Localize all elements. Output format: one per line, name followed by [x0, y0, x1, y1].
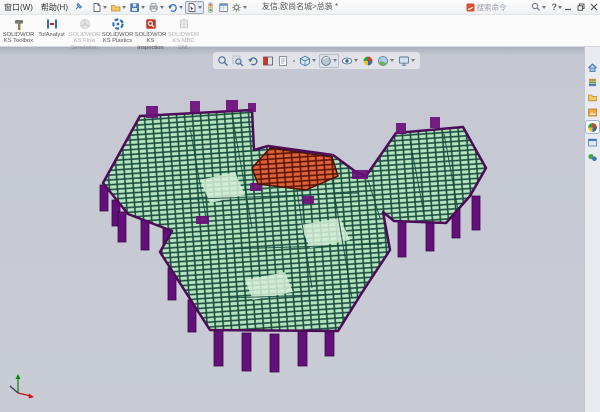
- search-scope-button[interactable]: [530, 1, 548, 14]
- properties-window-icon: [587, 137, 598, 148]
- open-button[interactable]: [109, 1, 128, 14]
- picture-icon: [587, 107, 598, 118]
- home-icon: [587, 62, 598, 73]
- view-palette-button[interactable]: [586, 106, 599, 118]
- formwork-slab[interactable]: [103, 110, 486, 331]
- chevron-down-icon[interactable]: [179, 6, 183, 9]
- heads-up-view-toolbar: [213, 52, 420, 69]
- inspection-icon: [144, 17, 158, 31]
- folder-icon: [587, 92, 598, 103]
- command-search: 搜索命令 ?: [465, 0, 565, 14]
- window-controls: [562, 0, 599, 14]
- undo-button[interactable]: [166, 1, 185, 14]
- search-placeholder: 搜索命令: [477, 2, 507, 13]
- task-pane: [584, 46, 600, 412]
- chevron-down-icon[interactable]: [333, 59, 337, 62]
- appearance-ball-icon: [587, 122, 598, 133]
- chevron-down-icon[interactable]: [122, 6, 126, 9]
- mbd-icon: [177, 17, 191, 31]
- addins-toolbar: SOLIDWORKS Toolbox TolAnalyst SOLIDWORKS…: [0, 15, 600, 47]
- solidworks-resources-button[interactable]: [586, 61, 599, 73]
- assembly-model-building-formwork[interactable]: [0, 46, 600, 412]
- addin-solidworks-toolbox[interactable]: SOLIDWORKS Toolbox: [2, 15, 35, 45]
- design-library-button[interactable]: [586, 76, 599, 88]
- restore-button[interactable]: [575, 1, 586, 13]
- chevron-down-icon[interactable]: [141, 6, 145, 9]
- select-button[interactable]: [185, 1, 204, 14]
- pin-icon[interactable]: [75, 2, 83, 12]
- toolbar-separator: [293, 60, 295, 62]
- custom-properties-button[interactable]: [586, 136, 599, 148]
- display-style-button[interactable]: [319, 54, 339, 68]
- file-properties-button[interactable]: [217, 1, 230, 14]
- hide-show-items-button[interactable]: [340, 54, 360, 68]
- chevron-down-icon[interactable]: [312, 59, 316, 62]
- tolanalyst-icon: [45, 17, 59, 31]
- toolbox-icon: [12, 17, 26, 31]
- menu-help[interactable]: 帮助(H): [37, 2, 72, 13]
- chevron-down-icon[interactable]: [160, 6, 164, 9]
- help-icon: ?: [552, 2, 558, 12]
- coordinate-triad: [10, 374, 34, 399]
- forum-icon: [587, 152, 598, 163]
- graphics-viewport[interactable]: [0, 46, 600, 412]
- menu-bar: 窗口(W) 帮助(H): [0, 0, 600, 15]
- close-button[interactable]: [588, 1, 599, 13]
- addin-mbd-snl[interactable]: SOLIDWORKS MBD SNL: [167, 15, 200, 51]
- chevron-down-icon[interactable]: [390, 59, 394, 62]
- library-icon: [587, 77, 598, 88]
- chevron-down-icon[interactable]: [354, 59, 358, 62]
- solidworks-logo-icon: [466, 3, 475, 12]
- previous-view-button[interactable]: [246, 54, 260, 68]
- print-button[interactable]: [147, 1, 166, 14]
- options-button[interactable]: [230, 1, 249, 14]
- chevron-down-icon[interactable]: [411, 59, 415, 62]
- plastics-icon: [111, 17, 125, 31]
- quick-access-toolbar: [90, 1, 249, 14]
- solidworks-window: 窗口(W) 帮助(H): [0, 0, 600, 412]
- rebuild-button[interactable]: [204, 1, 217, 14]
- annotation-views-button[interactable]: [276, 54, 290, 68]
- view-orientation-button[interactable]: [298, 54, 318, 68]
- flow-simulation-icon: [78, 17, 92, 31]
- section-view-button[interactable]: [261, 54, 275, 68]
- addin-inspection[interactable]: SOLIDWORKS Inspection: [134, 15, 167, 51]
- search-input[interactable]: 搜索命令: [465, 2, 527, 13]
- view-settings-button[interactable]: [397, 54, 417, 68]
- apply-scene-button[interactable]: [376, 54, 396, 68]
- chevron-down-icon[interactable]: [198, 6, 202, 9]
- minimize-button[interactable]: [562, 1, 573, 13]
- zoom-to-area-button[interactable]: [231, 54, 245, 68]
- file-explorer-button[interactable]: [586, 91, 599, 103]
- menu-window[interactable]: 窗口(W): [0, 2, 37, 13]
- new-document-button[interactable]: [90, 1, 109, 14]
- addin-plastics[interactable]: SOLIDWORKS Plastics: [101, 15, 134, 45]
- chevron-down-icon[interactable]: [542, 6, 546, 9]
- addin-flow-simulation[interactable]: SOLIDWORKS Flow Simulation: [68, 15, 101, 51]
- document-title: 友信.欧尚名城>总装 *: [262, 0, 338, 14]
- edit-appearance-button[interactable]: [361, 54, 375, 68]
- solidworks-forum-button[interactable]: [586, 151, 599, 163]
- appearances-scenes-button[interactable]: [586, 121, 599, 133]
- addin-tolanalyst[interactable]: TolAnalyst: [35, 15, 68, 38]
- chevron-down-icon[interactable]: [103, 6, 107, 9]
- zoom-to-fit-button[interactable]: [216, 54, 230, 68]
- chevron-down-icon[interactable]: [243, 6, 247, 9]
- save-button[interactable]: [128, 1, 147, 14]
